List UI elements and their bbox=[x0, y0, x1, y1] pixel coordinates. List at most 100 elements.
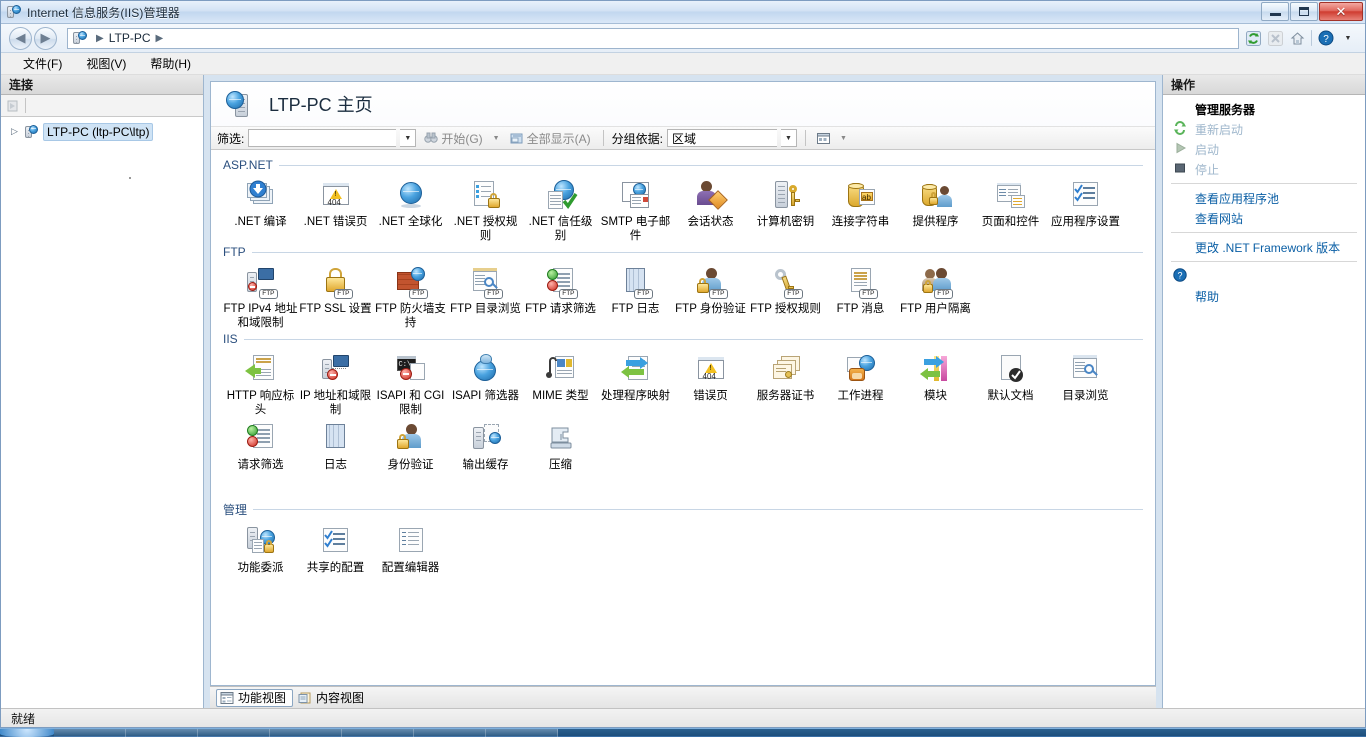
chevron-right-icon[interactable]: ▷ bbox=[11, 126, 23, 137]
feature-tile[interactable]: 请求筛选 bbox=[223, 417, 298, 481]
filter-input[interactable] bbox=[248, 129, 397, 147]
feature-tile[interactable]: C:\ ISAPI 和 CGI 限制 bbox=[373, 348, 448, 417]
taskbar-item[interactable] bbox=[198, 728, 270, 737]
tile-label: .NET 授权规则 bbox=[453, 216, 518, 242]
feature-tile[interactable]: FTP FTP 日志 bbox=[598, 261, 673, 330]
action-start[interactable]: 启动 bbox=[1163, 139, 1365, 159]
feature-tile[interactable]: 服务器证书 bbox=[748, 348, 823, 417]
chevron-down-icon[interactable]: ▼ bbox=[1338, 28, 1358, 48]
breadcrumb[interactable]: ▶ LTP-PC ▶ bbox=[67, 27, 1239, 49]
feature-tile[interactable]: 功能委派 bbox=[223, 520, 298, 584]
feature-tile[interactable]: 会话状态 bbox=[673, 174, 748, 243]
feature-tile[interactable]: 日志 bbox=[298, 417, 373, 481]
tab-features-view[interactable]: 功能视图 bbox=[216, 688, 294, 707]
maximize-button[interactable] bbox=[1290, 2, 1318, 21]
feature-tile[interactable]: HTTP 响应标头 bbox=[223, 348, 298, 417]
back-button[interactable]: ◀ bbox=[9, 26, 32, 50]
feature-tile[interactable]: FTP FTP 消息 bbox=[823, 261, 898, 330]
filter-start-button[interactable]: 开始(G) bbox=[420, 129, 486, 148]
taskbar-item[interactable] bbox=[414, 728, 486, 737]
taskbar-item[interactable] bbox=[270, 728, 342, 737]
feature-tile[interactable]: 应用程序设置 bbox=[1048, 174, 1123, 243]
forward-button[interactable]: ▶ bbox=[34, 26, 57, 50]
tab-content-view[interactable]: 内容视图 bbox=[295, 689, 370, 707]
stop-icon[interactable] bbox=[1265, 28, 1285, 48]
close-button[interactable]: ✕ bbox=[1319, 2, 1363, 21]
menu-item-file[interactable]: 文件(F) bbox=[11, 53, 74, 74]
taskbar-item[interactable] bbox=[54, 728, 126, 737]
feature-tile[interactable]: SMTP 电子邮件 bbox=[598, 174, 673, 243]
show-all-button[interactable]: 全部显示(A) bbox=[506, 129, 595, 148]
action-view-sites[interactable]: 查看网站 bbox=[1163, 208, 1365, 228]
feature-tile[interactable]: .NET 信任级别 bbox=[523, 174, 598, 243]
feature-tile[interactable]: 共享的配置 bbox=[298, 520, 373, 584]
feature-tile[interactable]: FTP FTP 防火墙支持 bbox=[373, 261, 448, 330]
group-by-select[interactable]: 区域 bbox=[666, 129, 777, 147]
help-icon[interactable]: ? bbox=[1316, 28, 1336, 48]
view-mode-icon[interactable] bbox=[814, 129, 834, 148]
minimize-button[interactable] bbox=[1261, 2, 1289, 21]
feature-tile[interactable]: 身份验证 bbox=[373, 417, 448, 481]
taskbar-item[interactable] bbox=[342, 728, 414, 737]
tree-node-server[interactable]: ▷ LTP-PC (ltp-PC\ltp) bbox=[1, 122, 203, 141]
feature-tile[interactable]: 计算机密钥 bbox=[748, 174, 823, 243]
action-change-dotnet-version[interactable]: 更改 .NET Framework 版本 bbox=[1163, 237, 1365, 257]
feature-tile[interactable]: FTP FTP SSL 设置 bbox=[298, 261, 373, 330]
feature-tile[interactable]: 处理程序映射 bbox=[598, 348, 673, 417]
feature-tile[interactable]: 页面和控件 bbox=[973, 174, 1048, 243]
feature-tile[interactable]: ! 404 .NET 错误页 bbox=[298, 174, 373, 243]
feature-tile[interactable]: FTP FTP 目录浏览 bbox=[448, 261, 523, 330]
menu-item-view[interactable]: 视图(V) bbox=[74, 53, 138, 74]
start-orb-icon[interactable] bbox=[0, 728, 54, 737]
feature-tile[interactable]: .NET 编译 bbox=[223, 174, 298, 243]
feature-tile[interactable]: 工作进程 bbox=[823, 348, 898, 417]
group-rule bbox=[243, 338, 1143, 340]
shared-configuration-icon bbox=[320, 525, 352, 557]
tree-node-label[interactable]: LTP-PC (ltp-PC\ltp) bbox=[43, 122, 154, 141]
filter-start-label: 开始(G) bbox=[441, 131, 483, 146]
taskbar-item[interactable] bbox=[486, 728, 558, 737]
feature-tile[interactable]: 提供程序 bbox=[898, 174, 973, 243]
ftp-ipv4-restrictions-icon: FTP bbox=[245, 266, 278, 299]
feature-tile[interactable]: IP 地址和域限制 bbox=[298, 348, 373, 417]
breadcrumb-separator-2[interactable]: ▶ bbox=[151, 33, 169, 44]
refresh-icon[interactable] bbox=[1243, 28, 1263, 48]
mime-types-icon bbox=[545, 353, 577, 385]
feature-tile[interactable]: .NET 授权规则 bbox=[448, 174, 523, 243]
connect-to-icon[interactable] bbox=[4, 97, 22, 115]
taskbar-item[interactable] bbox=[126, 728, 198, 737]
group-by-dropdown-arrow[interactable]: ▼ bbox=[780, 129, 797, 147]
filter-dropdown-arrow[interactable]: ▼ bbox=[400, 129, 417, 147]
feature-tile[interactable]: FTP FTP 请求筛选 bbox=[523, 261, 598, 330]
feature-tile[interactable]: 模块 bbox=[898, 348, 973, 417]
filter-start-caret[interactable]: ▼ bbox=[491, 135, 502, 142]
feature-tile[interactable]: 配置编辑器 bbox=[373, 520, 448, 584]
action-online-help[interactable]: 帮助 bbox=[1163, 286, 1365, 306]
action-help[interactable]: ? bbox=[1163, 266, 1365, 286]
home-icon[interactable] bbox=[1287, 28, 1307, 48]
feature-tile[interactable]: FTP FTP IPv4 地址和域限制 bbox=[223, 261, 298, 330]
tile-label: 页面和控件 bbox=[981, 216, 1040, 228]
view-mode-caret[interactable]: ▼ bbox=[838, 135, 849, 142]
feature-tile[interactable]: .NET 全球化 bbox=[373, 174, 448, 243]
feature-tile[interactable]: ISAPI 筛选器 bbox=[448, 348, 523, 417]
feature-tile[interactable]: MIME 类型 bbox=[523, 348, 598, 417]
feature-tile[interactable]: ! 404 错误页 bbox=[673, 348, 748, 417]
feature-tile[interactable]: 输出缓存 bbox=[448, 417, 523, 481]
feature-tile[interactable]: 默认文档 bbox=[973, 348, 1048, 417]
output-caching-icon bbox=[470, 422, 502, 454]
action-restart[interactable]: 重新启动 bbox=[1163, 119, 1365, 139]
menu-item-help[interactable]: 帮助(H) bbox=[138, 53, 203, 74]
action-view-app-pools[interactable]: 查看应用程序池 bbox=[1163, 188, 1365, 208]
feature-tile[interactable]: 目录浏览 bbox=[1048, 348, 1123, 417]
feature-tile[interactable]: FTP FTP 授权规则 bbox=[748, 261, 823, 330]
group-header: FTP bbox=[223, 245, 1143, 259]
feature-tile[interactable]: ab 连接字符串 bbox=[823, 174, 898, 243]
action-stop[interactable]: 停止 bbox=[1163, 159, 1365, 179]
breadcrumb-item-root[interactable]: LTP-PC bbox=[109, 31, 151, 45]
feature-tile[interactable]: FTP FTP 用户隔离 bbox=[898, 261, 973, 330]
feature-tile[interactable]: FTP FTP 身份验证 bbox=[673, 261, 748, 330]
action-label: 查看网站 bbox=[1195, 211, 1244, 226]
feature-tile[interactable]: 压缩 bbox=[523, 417, 598, 481]
group-by-value: 区域 bbox=[671, 131, 696, 146]
